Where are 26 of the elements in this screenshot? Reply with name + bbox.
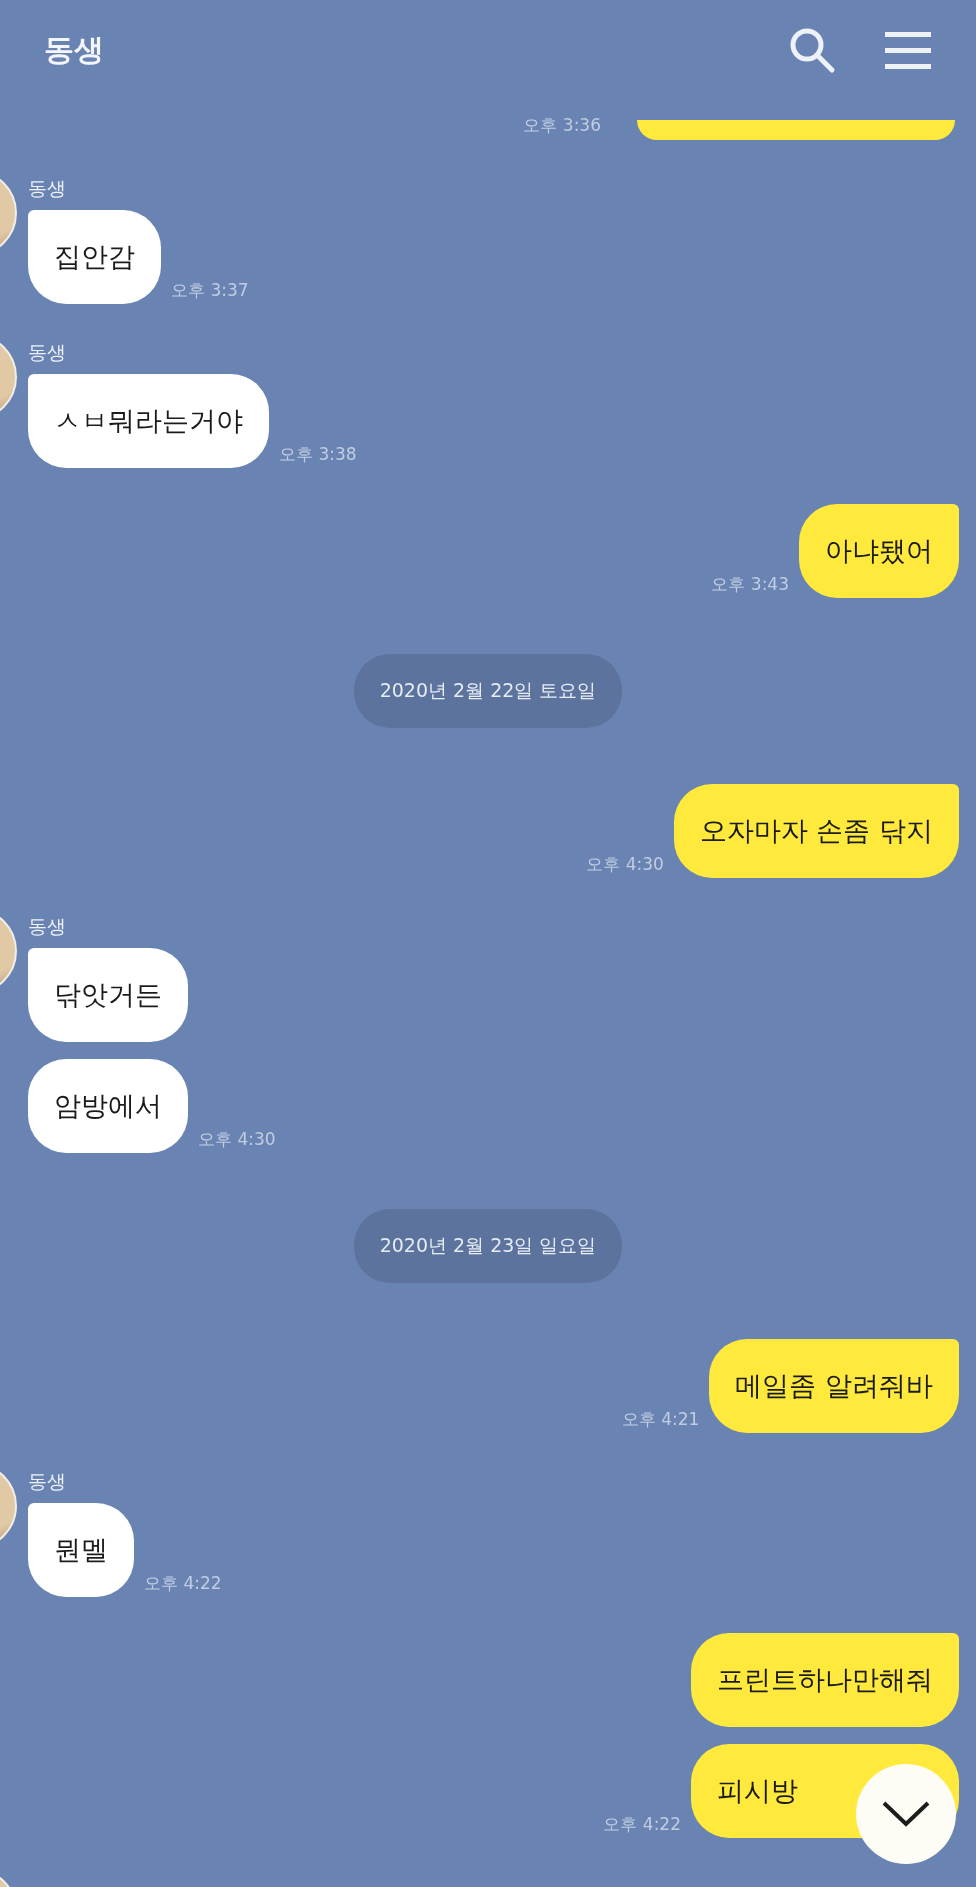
sender-name: 동생 — [28, 176, 67, 201]
message-time: 오후 3:38 — [279, 443, 357, 466]
message-time: 오후 4:22 — [603, 1813, 681, 1836]
message-bubble: 암방에서 — [28, 1059, 188, 1153]
message-time: 오후 4:22 — [144, 1572, 222, 1595]
message-bubble: ㅅㅂ뭐라는거야 — [28, 374, 269, 468]
message-bubble: 아냐됐어 — [799, 504, 959, 598]
message-time: 오후 4:30 — [586, 853, 664, 876]
message-bubble: 오자마자 손좀 닦지 — [673, 784, 959, 878]
message-bubble: 집안감 — [28, 210, 161, 304]
sender-name: 동생 — [28, 1469, 67, 1494]
message-time: 오후 3:43 — [711, 573, 789, 596]
chevron-down-icon — [881, 1800, 931, 1828]
message-time: 오후 3:36 — [523, 114, 601, 137]
message-time: 오후 4:30 — [198, 1128, 276, 1151]
message-bubble: 뭔멜 — [28, 1503, 134, 1597]
sender-name: 동생 — [28, 340, 67, 365]
date-divider: 2020년 2월 23일 일요일 — [353, 1209, 623, 1283]
sender-name: 동생 — [28, 914, 67, 939]
message-bubble: 닦앗거든 — [28, 948, 188, 1042]
message-bubble: 프린트하나만해줘 — [691, 1633, 959, 1727]
chat-title: 동생 — [44, 30, 105, 69]
message-time: 오후 4:21 — [621, 1408, 700, 1431]
message-time: 오후 3:37 — [171, 279, 249, 302]
message-bubble: 메일좀 알려줘바 — [709, 1339, 959, 1433]
date-divider: 2020년 2월 22일 토요일 — [353, 654, 623, 728]
